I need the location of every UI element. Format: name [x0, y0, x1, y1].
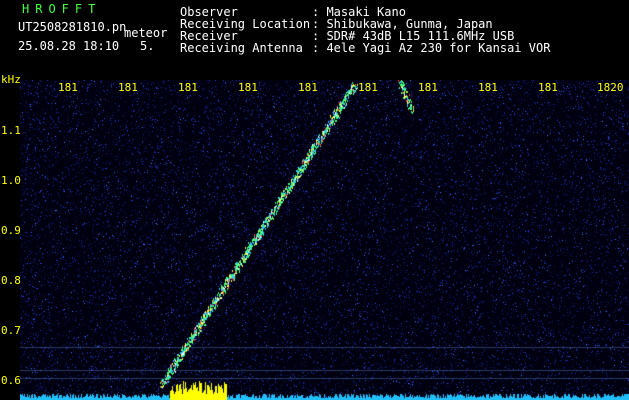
event-type-label: meteor: [124, 26, 168, 40]
y-tick-label: 0.9: [1, 224, 21, 237]
x-tick-label: 181: [58, 81, 78, 94]
y-tick-label: 0.8: [1, 274, 21, 287]
y-tick-label: 1.0: [1, 174, 21, 187]
x-tick-label: 181: [538, 81, 558, 94]
filename-label: UT2508281810.pn: [18, 20, 127, 34]
x-tick-label: 181: [478, 81, 498, 94]
x-tick-label: 181: [118, 81, 138, 94]
x-tick-label: 1820: [597, 81, 624, 94]
datetime-label: 25.08.28 18:10: [18, 39, 120, 53]
spectrogram-canvas: [20, 80, 629, 400]
x-tick-label: 181: [178, 81, 198, 94]
x-tick-label: 181: [238, 81, 258, 94]
y-tick-label: 0.6: [1, 374, 21, 387]
y-tick-label: 0.7: [1, 324, 21, 337]
antenna-value: : 4ele Yagi Az 230 for Kansai VOR: [312, 41, 551, 55]
x-tick-label: 181: [418, 81, 438, 94]
x-tick-label: 181: [298, 81, 318, 94]
x-tick-label: 181: [358, 81, 378, 94]
spectrogram-plot: [20, 80, 629, 400]
y-tick-label: 1.1: [1, 124, 21, 137]
header-panel: HROFFT UT2508281810.pn meteor 25.08.28 1…: [0, 0, 629, 80]
y-unit-label: kHz: [1, 73, 21, 86]
count-label: 5.: [140, 39, 155, 53]
antenna-label: Receiving Antenna: [180, 41, 303, 55]
program-title: HROFFT: [22, 2, 102, 16]
